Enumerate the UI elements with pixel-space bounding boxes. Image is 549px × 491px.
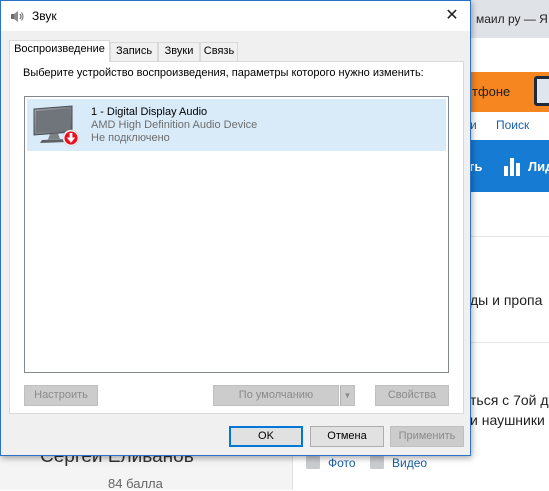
playback-panel: Выберите устройство воспроизведения, пар… — [9, 61, 464, 414]
apply-button[interactable]: Применить — [390, 426, 464, 447]
speaker-icon — [11, 11, 24, 22]
video-link-label: Видео — [392, 456, 428, 470]
photo-link-label: Фото — [328, 456, 356, 470]
video-icon — [370, 456, 384, 469]
photo-icon — [306, 456, 320, 469]
device-item-digital-display-audio[interactable]: 1 - Digital Display Audio AMD High Defin… — [27, 99, 446, 151]
browser-tab-title: маил ру — Я — [476, 12, 548, 26]
chevron-down-icon: ▼ — [343, 391, 352, 400]
blue-nav-bar: ть Лид — [468, 140, 549, 192]
author-points: 84 балла — [108, 476, 163, 491]
device-driver: AMD High Definition Audio Device — [91, 119, 258, 131]
device-status: Не подключено — [91, 132, 170, 144]
properties-button[interactable]: Свойства — [375, 385, 449, 406]
cancel-button[interactable]: Отмена — [310, 426, 384, 447]
monitor-disconnected-icon — [33, 105, 80, 147]
site-link-partial[interactable]: и — [470, 118, 477, 132]
tab-sounds[interactable]: Звуки — [158, 42, 200, 61]
dialog-title: Звук — [32, 9, 57, 23]
tab-playback[interactable]: Воспроизведение — [9, 40, 110, 62]
site-link-search[interactable]: Поиск — [496, 118, 529, 132]
sound-dialog: Звук ✕ Воспроизведение Запись Звуки Связ… — [0, 0, 471, 456]
answer-text-fragment-2: и наушники — [470, 412, 545, 428]
answer-text-fragment-1: ться с 7ой д — [470, 392, 549, 408]
tab-communications[interactable]: Связь — [200, 42, 238, 61]
divider — [470, 342, 549, 343]
set-default-dropdown[interactable]: ▼ — [340, 385, 355, 406]
set-default-button[interactable]: По умолчанию — [213, 385, 339, 406]
close-button[interactable]: ✕ — [434, 1, 470, 31]
question-text-fragment: ды и пропа — [470, 292, 543, 308]
photo-link[interactable]: Фото — [306, 456, 356, 470]
title-bar[interactable]: Звук ✕ — [1, 1, 470, 31]
configure-button[interactable]: Настроить — [24, 385, 98, 406]
tab-recording[interactable]: Запись — [110, 42, 158, 61]
close-icon: ✕ — [445, 7, 459, 24]
browser-tab[interactable]: маил ру — Я — [470, 0, 549, 38]
ok-button[interactable]: OK — [229, 426, 303, 447]
device-list[interactable]: 1 - Digital Display Audio AMD High Defin… — [24, 96, 449, 373]
instruction-text: Выберите устройство воспроизведения, пар… — [23, 67, 424, 79]
promo-banner[interactable]: тфоне — [470, 72, 549, 112]
divider — [470, 236, 549, 237]
blue-nav-right-text[interactable]: Лид — [528, 159, 549, 174]
video-link[interactable]: Видео — [370, 456, 427, 470]
promo-banner-text: тфоне — [472, 84, 511, 99]
device-name: 1 - Digital Display Audio — [91, 106, 208, 118]
phone-icon — [534, 76, 549, 106]
